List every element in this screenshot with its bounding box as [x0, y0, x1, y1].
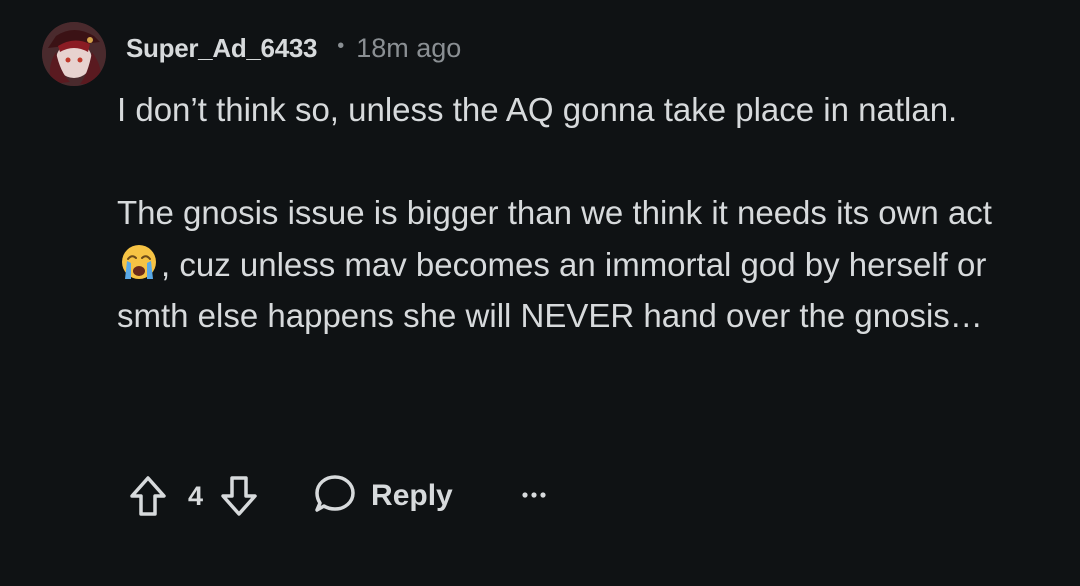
username[interactable]: Super_Ad_6433 — [126, 33, 318, 64]
reply-button[interactable]: Reply — [313, 472, 453, 521]
loudly-crying-face-icon — [119, 241, 159, 281]
more-options-button[interactable] — [521, 487, 547, 505]
comment-text: The gnosis issue is bigger than we think… — [117, 194, 992, 231]
comment-paragraph: The gnosis issue is bigger than we think… — [117, 187, 1037, 342]
comment: Super_Ad_6433 • 18m ago I don’t think so… — [0, 0, 1080, 586]
comment-meta: Super_Ad_6433 • 18m ago — [126, 28, 461, 68]
upvote-arrow-icon[interactable] — [126, 472, 170, 520]
timestamp: 18m ago — [356, 32, 462, 63]
reply-label: Reply — [371, 479, 453, 512]
comment-body: I don’t think so, unless the AQ gonna ta… — [117, 84, 1037, 342]
ellipsis-icon — [521, 487, 547, 505]
separator-dot: • — [337, 34, 345, 57]
avatar[interactable] — [42, 22, 106, 86]
speech-bubble-icon — [313, 472, 357, 521]
comment-paragraph: I don’t think so, unless the AQ gonna ta… — [117, 91, 958, 128]
comment-text: , cuz unless mav becomes an immortal god… — [117, 245, 987, 335]
downvote-arrow-icon[interactable] — [217, 472, 261, 520]
comment-actions: 4 Reply — [126, 470, 547, 522]
vote-score: 4 — [188, 480, 204, 511]
